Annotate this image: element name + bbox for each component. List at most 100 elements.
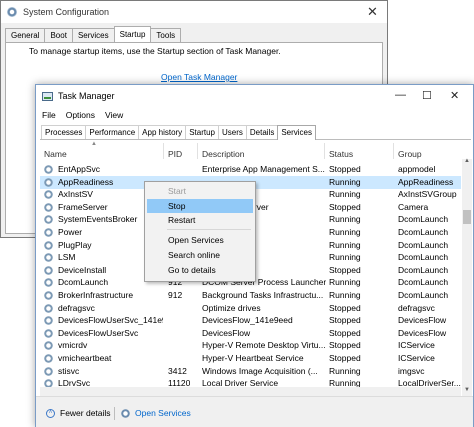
service-group: DcomLaunch [398, 290, 449, 300]
column-divider[interactable] [393, 143, 394, 159]
tab-details[interactable]: Details [245, 125, 279, 139]
service-gear-icon [44, 353, 53, 364]
service-description: DevicesFlow [202, 327, 251, 338]
divider [114, 407, 115, 420]
column-header-name[interactable]: Name [44, 149, 67, 159]
service-status: Stopped [329, 201, 361, 212]
menu-item-open-services[interactable]: Open Services [147, 233, 253, 247]
tab-users[interactable]: Users [217, 125, 247, 139]
service-gear-icon [44, 176, 53, 188]
services-gear-icon[interactable] [121, 409, 130, 418]
service-status: Stopped [329, 353, 361, 363]
window-title: System Configuration [23, 7, 110, 17]
service-description: Windows Image Acquisition (... [202, 365, 318, 376]
menu-item-search-online[interactable]: Search online [147, 248, 253, 262]
service-group: defragsvc [398, 302, 435, 313]
open-task-manager-link[interactable]: Open Task Manager [161, 72, 237, 82]
tab-startup[interactable]: Startup [185, 125, 219, 139]
service-gear-icon [44, 227, 53, 238]
service-gear-icon [44, 315, 53, 327]
service-group: Camera [398, 201, 429, 212]
scroll-down-icon[interactable]: ▼ [462, 387, 472, 396]
service-gear-icon [44, 214, 53, 226]
service-name: DevicesFlowUserSvc [58, 327, 139, 338]
service-group: DcomLaunch [398, 252, 449, 263]
tab-general[interactable]: General [5, 28, 46, 42]
menu-item-restart[interactable]: Restart [147, 213, 253, 227]
fewer-details-button[interactable]: Fewer details [60, 408, 111, 418]
service-name: BrokerInfrastructure [58, 290, 134, 300]
service-status: Running [329, 277, 361, 288]
service-status: Stopped [329, 340, 361, 351]
service-group: DevicesFlow [398, 327, 447, 338]
service-group: imgsvc [398, 365, 425, 376]
scroll-up-icon[interactable]: ▲ [462, 158, 472, 167]
service-name: vmicheartbeat [58, 353, 112, 363]
service-gear-icon [44, 277, 53, 289]
close-button[interactable]: ✕ [367, 4, 378, 20]
footer-bar: ˄ Fewer details Open Services [36, 396, 473, 427]
tab-boot[interactable]: Boot [44, 28, 73, 42]
horizontal-scrollbar[interactable] [40, 387, 461, 396]
menu-view[interactable]: View [105, 110, 123, 120]
table-row[interactable]: DevicesFlowUserSvc_141e9... DevicesFlow_1… [40, 314, 461, 327]
menu-bar: File Options View [42, 110, 123, 120]
tab-services[interactable]: Services [277, 125, 317, 140]
tab-bar: Processes Performance App history Startu… [41, 125, 317, 140]
menu-options[interactable]: Options [66, 110, 95, 120]
column-header-pid[interactable]: PID [168, 149, 182, 159]
service-gear-icon [44, 252, 53, 264]
tab-app-history[interactable]: App history [138, 125, 187, 139]
service-group: DcomLaunch [398, 277, 449, 288]
column-divider[interactable] [197, 143, 198, 159]
column-header-group[interactable]: Group [398, 149, 422, 159]
service-status: Running [329, 365, 361, 376]
table-row[interactable]: vmicrdv Hyper-V Remote Desktop Virtu... St… [40, 339, 461, 352]
table-row[interactable]: stisvc 3412 Windows Image Acquisition (...… [40, 365, 461, 378]
service-group: DcomLaunch [398, 264, 449, 275]
table-row[interactable]: DevicesFlowUserSvc DevicesFlow Stopped Devi… [40, 327, 461, 340]
vertical-scrollbar[interactable] [462, 159, 472, 396]
service-description: Hyper-V Heartbeat Service [202, 353, 304, 363]
service-gear-icon [44, 327, 53, 339]
maximize-button[interactable]: ☐ [422, 89, 432, 102]
chevron-up-icon[interactable]: ˄ [46, 409, 55, 418]
tab-startup[interactable]: Startup [113, 26, 152, 42]
menu-item-stop[interactable]: Stop [147, 199, 253, 213]
service-gear-icon [44, 164, 53, 175]
service-status: Running [329, 227, 361, 237]
table-row[interactable]: BrokerInfrastructure 912 Background Tasks … [40, 289, 461, 302]
service-pid: 912 [168, 290, 183, 300]
column-divider[interactable] [324, 143, 325, 159]
tab-performance[interactable]: Performance [85, 125, 140, 139]
service-name: DevicesFlowUserSvc_141e9... [58, 315, 163, 326]
tab-services[interactable]: Services [71, 28, 115, 42]
tab-processes[interactable]: Processes [41, 125, 87, 139]
table-row[interactable]: defragsvc Optimize drives Stopped defragsvc [40, 302, 461, 315]
table-row[interactable]: EntAppSvc Enterprise App Management S... S… [40, 163, 461, 176]
close-button[interactable]: ✕ [450, 89, 459, 102]
menu-file[interactable]: File [42, 110, 56, 120]
service-gear-icon [44, 290, 53, 301]
task-manager-icon [42, 92, 53, 101]
open-services-link[interactable]: Open Services [135, 408, 191, 418]
service-name: vmicrdv [58, 340, 88, 351]
column-header-description[interactable]: Description [202, 149, 245, 159]
scrollbar-thumb[interactable] [463, 210, 471, 224]
service-group: AppReadiness [398, 176, 454, 187]
table-row[interactable]: vmicheartbeat Hyper-V Heartbeat Service St… [40, 352, 461, 365]
service-group: ICService [398, 340, 435, 351]
column-header-status[interactable]: Status [329, 149, 353, 159]
service-gear-icon [44, 302, 53, 314]
tab-tools[interactable]: Tools [150, 28, 182, 42]
column-divider[interactable] [163, 143, 164, 159]
service-pid: 3412 [168, 365, 187, 376]
menu-item-go-to-details[interactable]: Go to details [147, 263, 253, 277]
service-gear-icon [44, 340, 53, 352]
service-name: stisvc [58, 365, 80, 376]
service-name: EntAppSvc [58, 164, 101, 174]
menu-item-start[interactable]: Start [147, 184, 253, 198]
gear-icon [7, 7, 17, 17]
minimize-button[interactable]: — [395, 89, 406, 101]
service-gear-icon [44, 365, 53, 377]
